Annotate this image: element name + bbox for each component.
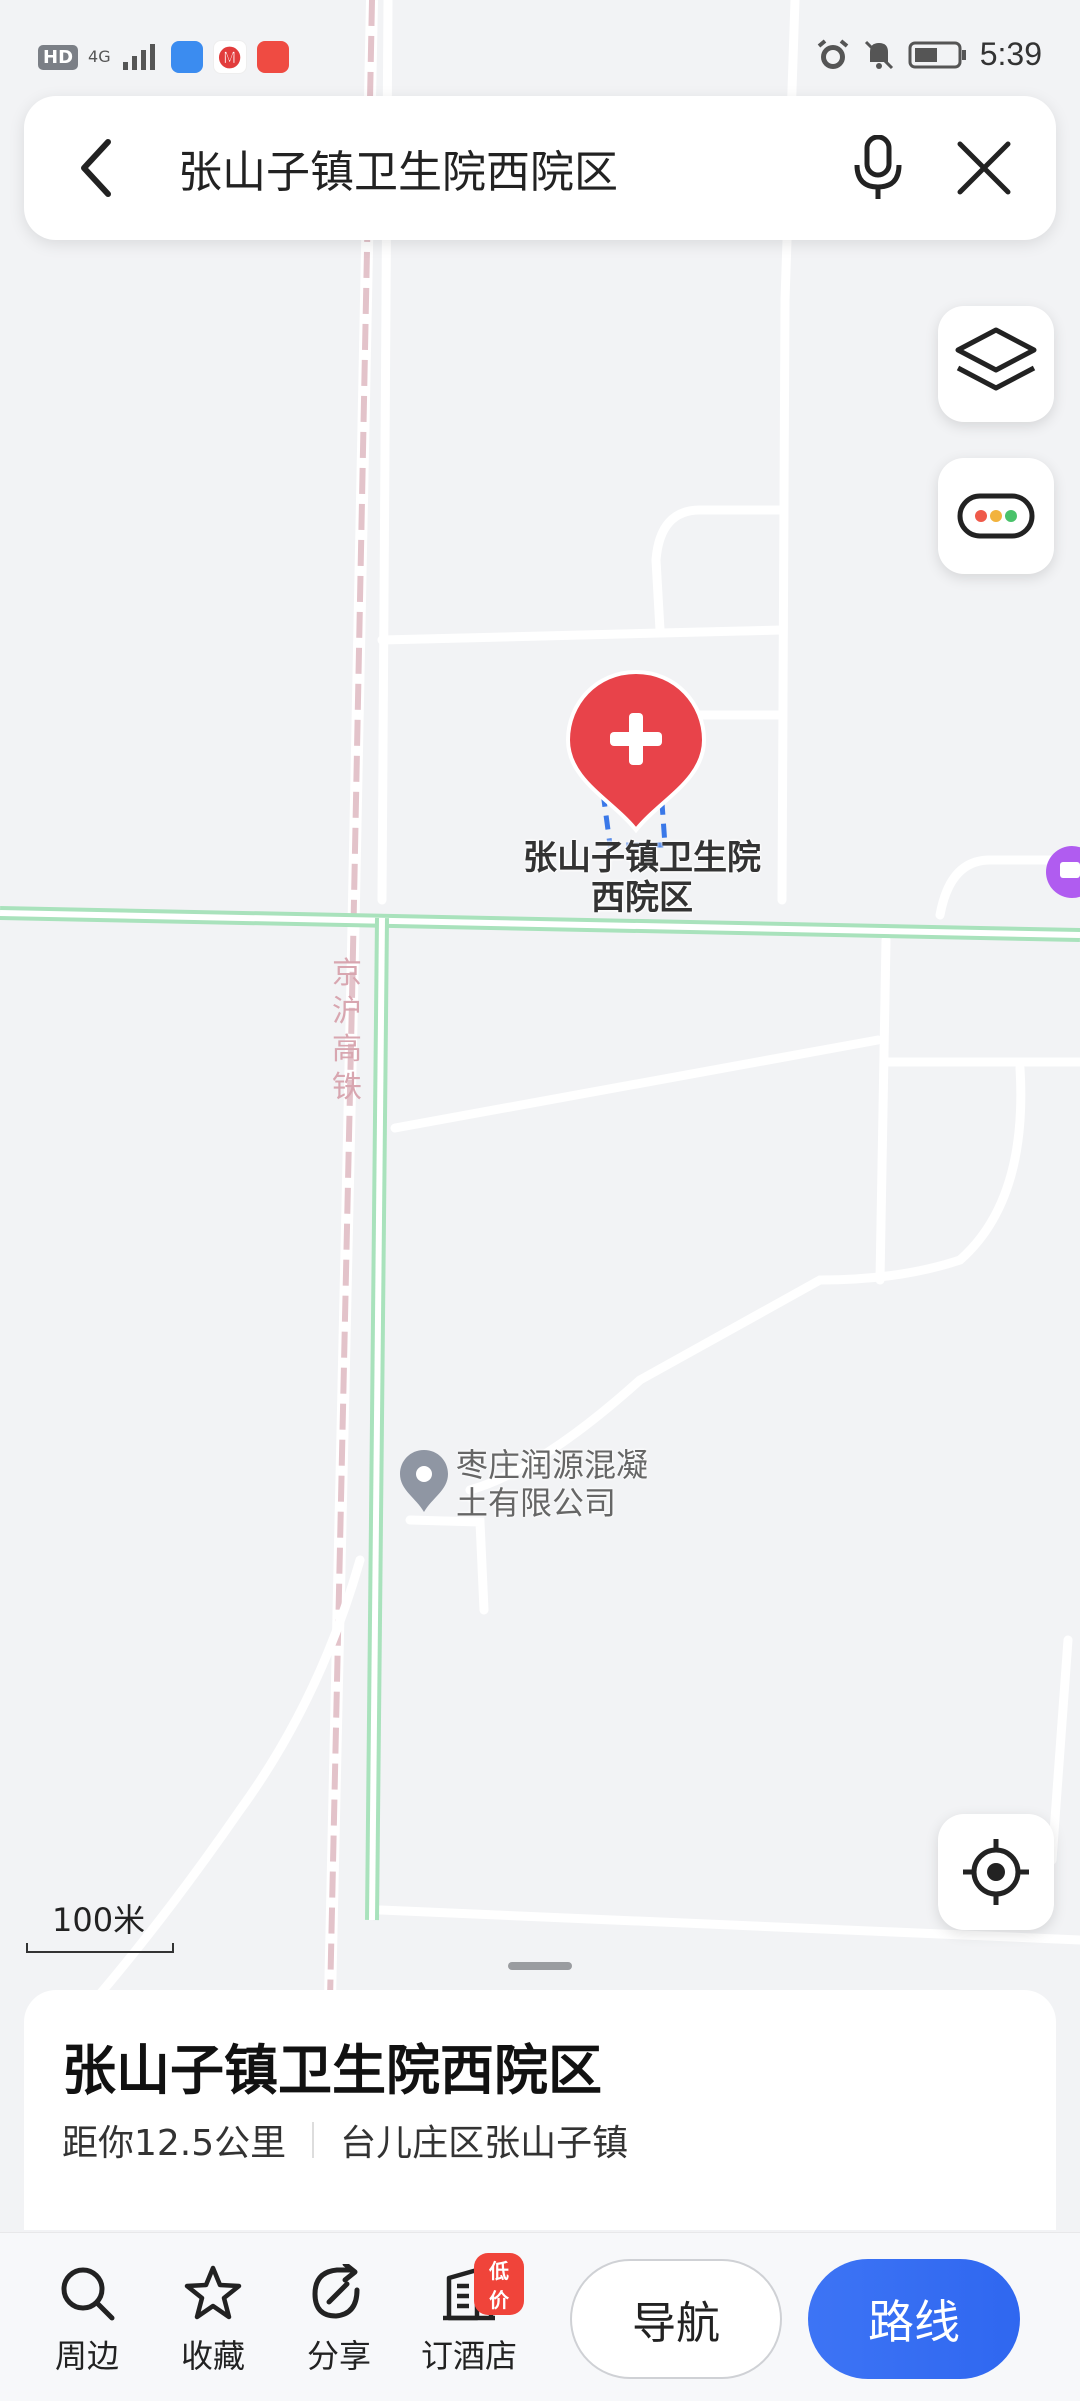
hotel-button[interactable]: 低价 订酒店 xyxy=(414,2253,524,2377)
hospital-label-line2: 西院区 xyxy=(591,878,693,918)
railway-label: 京 沪 高 铁 xyxy=(330,955,364,1107)
nearby-button[interactable]: 周边 xyxy=(32,2261,142,2377)
locate-button[interactable] xyxy=(938,1814,1054,1930)
star-icon xyxy=(184,2265,242,2320)
scale-text: 100米 xyxy=(52,1901,146,1939)
railway-label-char: 铁 xyxy=(332,1070,362,1105)
bottom-action-bar: 周边 收藏 分享 低价 订酒店 导航 路线 xyxy=(0,2232,1080,2401)
share-icon xyxy=(312,2264,360,2319)
clock: 5:39 xyxy=(979,36,1042,72)
share-button[interactable]: 分享 xyxy=(284,2261,394,2377)
status-bar: HD 4G 🅜 5:39 xyxy=(0,0,1080,110)
traffic-button[interactable] xyxy=(938,458,1054,574)
place-distance: 距你12.5公里 xyxy=(62,2123,287,2164)
status-right: 5:39 xyxy=(816,36,1042,73)
hospital-label-line1: 张山子镇卫生院 xyxy=(523,838,761,878)
microphone-icon xyxy=(854,135,902,199)
search-icon xyxy=(61,2267,115,2321)
battery-icon xyxy=(908,41,966,68)
company-label-line2: 土有限公司 xyxy=(456,1484,617,1522)
signal-icon xyxy=(122,44,155,70)
company-label[interactable]: 枣庄润源混凝 土有限公司 xyxy=(456,1446,648,1522)
mute-icon xyxy=(864,40,893,69)
favorite-label: 收藏 xyxy=(180,2337,245,2375)
hotel-label: 订酒店 xyxy=(420,2337,517,2375)
chevron-left-icon xyxy=(81,139,111,197)
back-button[interactable] xyxy=(64,136,128,200)
divider xyxy=(312,2122,315,2158)
weather-app-icon xyxy=(170,41,203,73)
search-input[interactable]: 张山子镇卫生院西院区 xyxy=(178,136,618,200)
favorite-button[interactable]: 收藏 xyxy=(158,2261,268,2377)
clear-button[interactable] xyxy=(952,136,1016,200)
close-icon xyxy=(957,141,1011,195)
route-button[interactable]: 路线 xyxy=(808,2259,1020,2379)
sheet-drag-handle[interactable] xyxy=(508,1962,572,1970)
network-type: 4G xyxy=(88,47,111,66)
layers-icon xyxy=(955,327,1037,391)
railway-label-char: 高 xyxy=(332,1032,362,1067)
store-app-icon xyxy=(256,41,289,73)
navigate-button[interactable]: 导航 xyxy=(570,2259,782,2379)
crosshair-icon xyxy=(963,1839,1029,1905)
hospital-label[interactable]: 张山子镇卫生院 西院区 xyxy=(500,838,784,918)
place-area: 台儿庄区张山子镇 xyxy=(340,2123,629,2164)
place-subtitle: 距你12.5公里 台儿庄区张山子镇 xyxy=(62,2114,628,2166)
map-scale: 100米 xyxy=(26,1895,174,1953)
search-bar: 张山子镇卫生院西院区 xyxy=(24,96,1056,240)
place-title: 张山子镇卫生院西院区 xyxy=(62,2039,602,2102)
traffic-light-icon xyxy=(957,493,1035,539)
voice-button[interactable] xyxy=(846,132,910,204)
railway-label-char: 京 xyxy=(332,956,362,991)
news-app-icon: 🅜 xyxy=(212,40,247,74)
place-info-card[interactable]: 张山子镇卫生院西院区 距你12.5公里 台儿庄区张山子镇 xyxy=(24,1990,1056,2230)
alarm-icon xyxy=(817,38,848,69)
railway-label-char: 沪 xyxy=(332,994,362,1029)
company-label-line1: 枣庄润源混凝 xyxy=(456,1446,649,1484)
share-label: 分享 xyxy=(306,2337,371,2375)
scale-bar xyxy=(26,1943,174,1953)
layers-button[interactable] xyxy=(938,306,1054,422)
status-left: HD 4G 🅜 xyxy=(38,40,289,74)
hd-badge: HD xyxy=(38,44,79,70)
hotel-price-badge: 低价 xyxy=(474,2253,524,2315)
nearby-label: 周边 xyxy=(54,2337,119,2375)
